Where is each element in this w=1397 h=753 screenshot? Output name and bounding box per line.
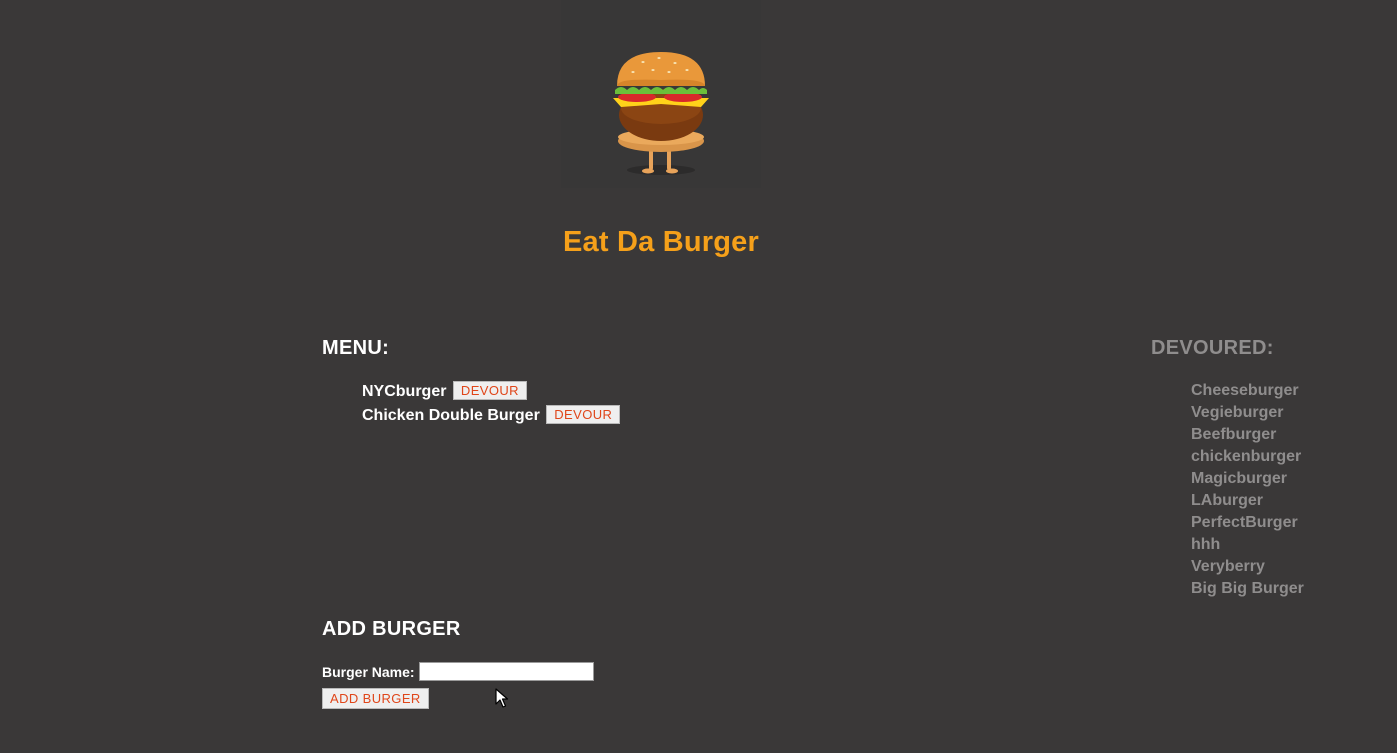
menu-list: NYCburger DEVOUR Chicken Double Burger D… bbox=[362, 381, 621, 429]
add-burger-form: Burger Name: bbox=[322, 662, 594, 681]
devour-button[interactable]: DEVOUR bbox=[546, 405, 621, 424]
devoured-item: chickenburger bbox=[1191, 448, 1302, 465]
menu-item-name: Chicken Double Burger bbox=[362, 407, 540, 424]
devoured-item: hhh bbox=[1191, 536, 1221, 553]
devoured-heading: DEVOURED: bbox=[1151, 337, 1274, 359]
menu-item: Chicken Double Burger DEVOUR bbox=[362, 405, 621, 429]
burger-name-input[interactable] bbox=[418, 662, 594, 681]
page-title: Eat Da Burger bbox=[563, 226, 759, 258]
burger-name-label: Burger Name: bbox=[322, 663, 415, 680]
add-burger-heading: ADD BURGER bbox=[322, 618, 461, 640]
devoured-item: Beefburger bbox=[1191, 426, 1277, 443]
burger-logo bbox=[561, 0, 761, 188]
devoured-item: Big Big Burger bbox=[1191, 580, 1304, 597]
devoured-list: Cheeseburger Vegieburger Beefburger chic… bbox=[1191, 380, 1304, 600]
menu-heading: MENU: bbox=[322, 337, 390, 359]
devoured-item: Veryberry bbox=[1191, 558, 1265, 575]
add-burger-button[interactable]: ADD BURGER bbox=[322, 688, 429, 709]
menu-item-name: NYCburger bbox=[362, 383, 447, 400]
devoured-item: Cheeseburger bbox=[1191, 382, 1299, 399]
mouse-cursor-icon bbox=[495, 688, 509, 708]
devoured-item: Magicburger bbox=[1191, 470, 1288, 487]
devoured-item: PerfectBurger bbox=[1191, 514, 1298, 531]
devour-button[interactable]: DEVOUR bbox=[452, 381, 527, 400]
menu-item: NYCburger DEVOUR bbox=[362, 381, 620, 405]
burger-character-icon bbox=[613, 52, 709, 175]
devoured-item: LAburger bbox=[1191, 492, 1263, 509]
devoured-item: Vegieburger bbox=[1191, 404, 1284, 421]
